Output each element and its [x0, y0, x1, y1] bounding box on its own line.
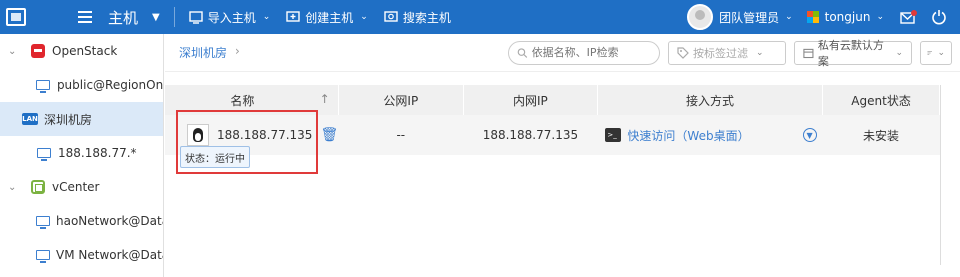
chevron-down-icon: ⌄	[360, 12, 368, 22]
sidebar-item-label: OpenStack	[52, 44, 118, 58]
sidebar-item-vm-network[interactable]: VM Network@Data...	[0, 238, 163, 272]
search-icon	[517, 47, 528, 58]
sidebar-item-label: VM Network@Data...	[56, 248, 163, 262]
agent-status-cell: 未安装	[822, 115, 940, 155]
chevron-down-icon: ⌄	[895, 47, 903, 58]
column-header-access[interactable]: 接入方式	[597, 85, 824, 115]
search-input[interactable]	[531, 46, 651, 59]
sidebar-item-label: haoNetwork@Data...	[56, 214, 163, 228]
search-host-icon	[384, 11, 398, 22]
chevron-down-icon[interactable]: ⌄	[8, 182, 20, 193]
sidebar: ⌄ OpenStack public@RegionOne LAN 深圳机房 18…	[0, 34, 164, 277]
team-role-menu[interactable]: 团队管理员 ⌄	[687, 4, 793, 30]
team-role-label: 团队管理员	[719, 10, 780, 25]
chevron-down-icon: ⌄	[785, 12, 793, 22]
logo-icon	[6, 8, 26, 26]
network-icon	[36, 216, 50, 229]
network-icon	[37, 148, 51, 161]
create-host-label: 创建主机	[305, 10, 354, 25]
page-title: 主机	[108, 8, 139, 27]
chevron-down-icon: ⌄	[756, 47, 764, 58]
cloud-plan-value: 私有云默认方案	[817, 38, 884, 68]
power-icon	[932, 10, 946, 25]
chevron-down-icon: ⌄	[937, 47, 945, 58]
public-ip-cell: --	[338, 115, 464, 155]
host-name[interactable]: 188.188.77.135	[217, 128, 312, 142]
top-bar: 主机 ▼ 导入主机 ⌄ 创建主机 ⌄ 搜索主机 团队管理员 ⌄ tongjun …	[0, 0, 960, 34]
host-table: 名称 ↑ 公网IP 内网IP 接入方式 Agent状态 188.188.77.1…	[165, 85, 940, 155]
title-chevron-down-icon[interactable]: ▼	[152, 12, 160, 23]
sidebar-item-vcenter[interactable]: ⌄ vCenter	[0, 170, 163, 204]
list-settings-icon	[927, 50, 932, 55]
access-dropdown-icon[interactable]: ▼	[802, 128, 817, 142]
sort-arrow-icon[interactable]: ↑	[320, 92, 330, 106]
sidebar-item-label: 188.188.77.*	[58, 146, 137, 160]
tag-icon	[677, 46, 689, 59]
user-menu[interactable]: tongjun ⌄	[806, 10, 884, 24]
sidebar-item-openstack[interactable]: ⌄ OpenStack	[0, 34, 163, 68]
tag-filter-placeholder: 按标签过滤	[693, 46, 748, 60]
table-header-row: 名称 ↑ 公网IP 内网IP 接入方式 Agent状态	[165, 85, 940, 115]
search-host-menu[interactable]: 搜索主机	[384, 9, 451, 26]
chevron-down-icon: ⌄	[262, 12, 271, 22]
trash-icon[interactable]: 🗑	[320, 127, 338, 143]
sidebar-item-subnet[interactable]: 188.188.77.*	[0, 136, 163, 170]
status-tooltip: 状态：运行中	[180, 146, 250, 168]
notification-button[interactable]	[894, 0, 924, 34]
search-field[interactable]	[508, 40, 660, 65]
sidebar-item-label: 深圳机房	[44, 112, 93, 127]
calendar-icon	[803, 48, 814, 58]
column-header-agent-status[interactable]: Agent状态	[822, 85, 940, 115]
divider	[173, 7, 175, 27]
column-settings-button[interactable]: ⌄	[920, 40, 952, 65]
scrollbar-track[interactable]	[940, 85, 941, 265]
username: tongjun	[824, 10, 871, 24]
mail-notification-icon	[900, 10, 917, 24]
breadcrumb-item[interactable]: 深圳机房	[179, 44, 227, 61]
search-host-label: 搜索主机	[402, 10, 451, 25]
network-icon	[36, 80, 51, 93]
avatar	[687, 4, 714, 30]
import-icon	[189, 11, 203, 24]
create-icon	[286, 11, 300, 22]
network-icon	[36, 250, 50, 263]
chevron-right-icon: ›	[235, 44, 240, 58]
column-header-public-ip[interactable]: 公网IP	[338, 85, 464, 115]
access-cell: >_ 快速访问（Web桌面） ▼	[597, 115, 823, 155]
openstack-icon	[31, 44, 45, 58]
import-host-menu[interactable]: 导入主机 ⌄	[189, 9, 271, 26]
content-toolbar: 深圳机房 › 按标签过滤 ⌄ 私有云默认方案 ⌄ ⌄	[165, 34, 960, 72]
microsoft-logo-icon	[806, 11, 819, 23]
sidebar-item-label: public@RegionOne	[56, 78, 163, 92]
hamburger-menu-icon[interactable]	[78, 0, 100, 34]
cloud-plan-select[interactable]: 私有云默认方案 ⌄	[794, 39, 912, 68]
import-host-label: 导入主机	[207, 10, 256, 25]
terminal-icon: >_	[605, 128, 622, 142]
app-logo[interactable]	[0, 0, 62, 34]
column-header-private-ip[interactable]: 内网IP	[463, 85, 598, 115]
create-host-menu[interactable]: 创建主机 ⌄	[286, 9, 368, 26]
column-header-name[interactable]: 名称 ↑	[165, 85, 339, 115]
table-row[interactable]: 188.188.77.135 🗑 -- 188.188.77.135 >_ 快速…	[165, 115, 940, 155]
sidebar-item-shenzhen-datacenter[interactable]: LAN 深圳机房	[0, 102, 163, 136]
logout-button[interactable]	[924, 0, 954, 34]
sidebar-item-public-regionone[interactable]: public@RegionOne	[0, 68, 163, 102]
tag-filter-select[interactable]: 按标签过滤 ⌄	[668, 40, 786, 65]
private-ip-cell: 188.188.77.135	[463, 115, 598, 155]
sidebar-item-label: vCenter	[52, 180, 100, 194]
linux-os-icon	[187, 124, 209, 146]
chevron-down-icon: ⌄	[876, 12, 884, 22]
breadcrumb: 深圳机房 ›	[179, 44, 240, 61]
vcenter-icon	[31, 180, 45, 194]
main-content: 深圳机房 › 按标签过滤 ⌄ 私有云默认方案 ⌄ ⌄	[165, 34, 960, 277]
quick-access-link[interactable]: 快速访问（Web桌面）	[627, 127, 749, 144]
sidebar-item-haonetwork[interactable]: haoNetwork@Data...	[0, 204, 163, 238]
lan-icon: LAN	[22, 113, 38, 125]
chevron-down-icon[interactable]: ⌄	[8, 46, 20, 57]
